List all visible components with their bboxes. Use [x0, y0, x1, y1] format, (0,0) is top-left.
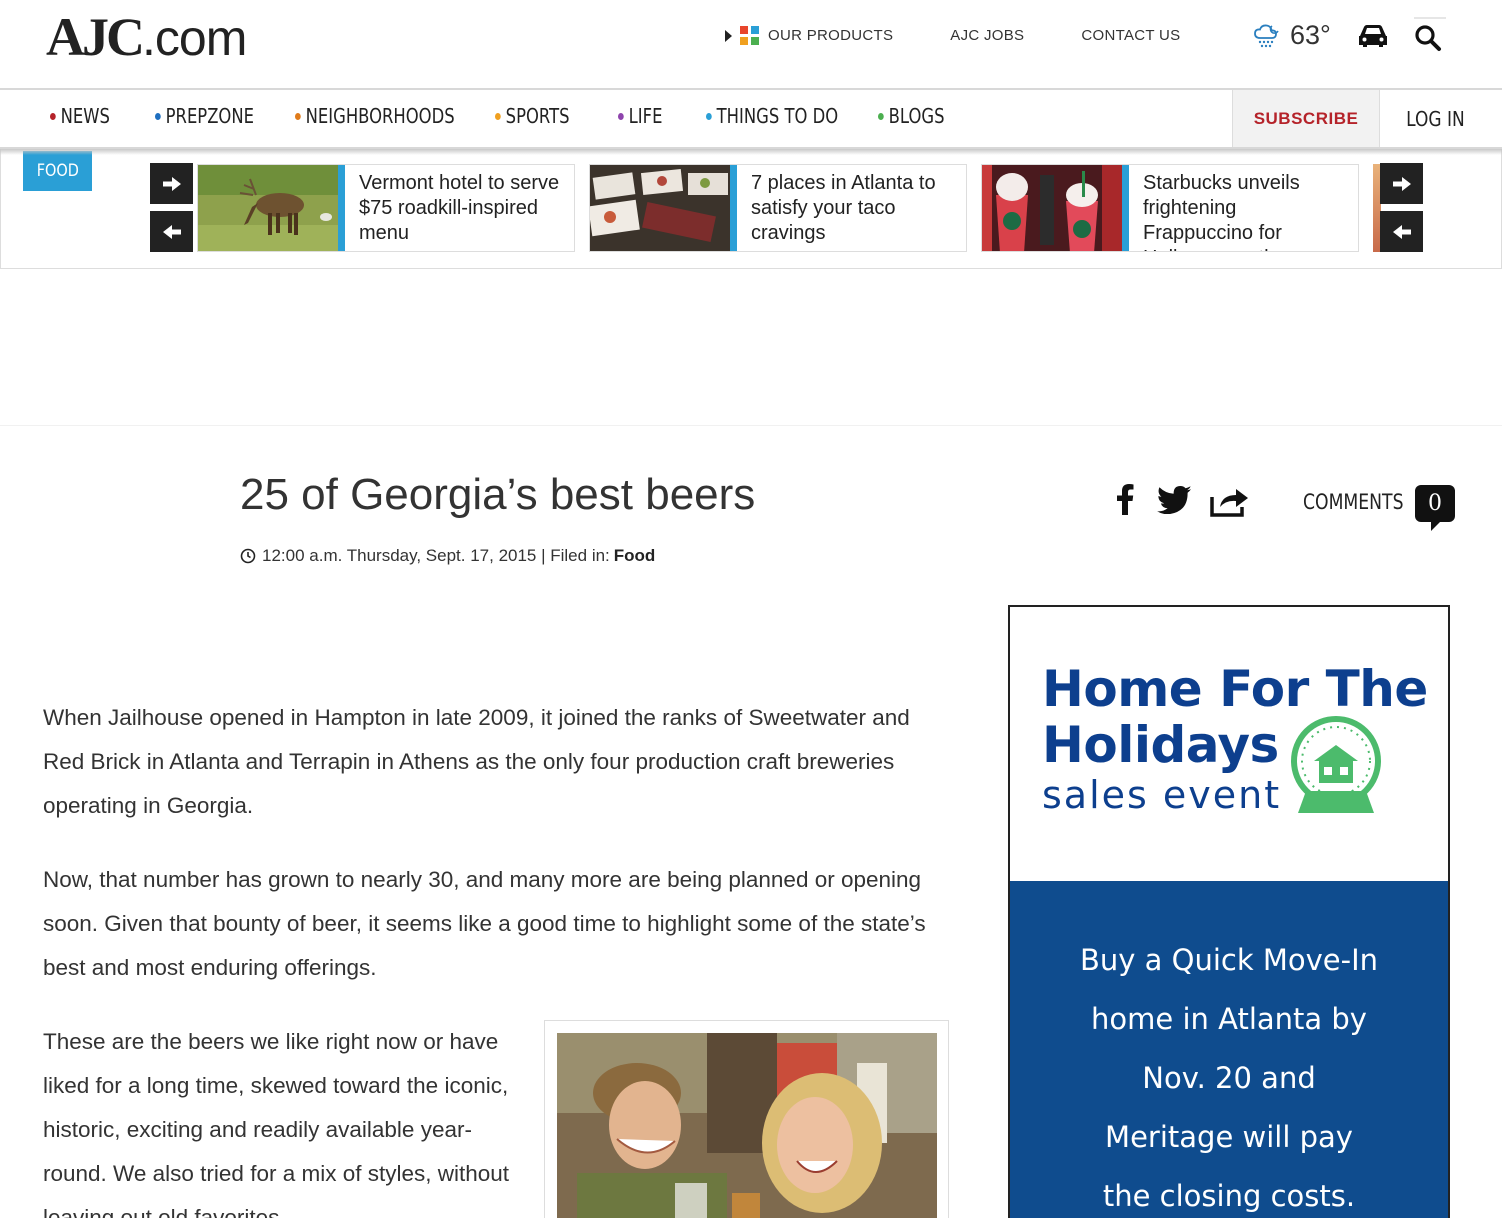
- comments-link[interactable]: COMMENTS: [1303, 490, 1404, 514]
- rain-cloud-icon: [1254, 24, 1279, 47]
- section-tag-label: FOOD: [36, 161, 79, 181]
- play-arrow-icon: [725, 29, 732, 42]
- arrow-right-icon: [162, 176, 181, 191]
- story-card[interactable]: Starbucks unveils frightening Frappuccin…: [981, 164, 1359, 252]
- ad-body-line: Buy a Quick Move-In: [1079, 943, 1379, 977]
- site-header: AJC.com OUR PRODUCTS AJC JOBS CONTACT US…: [0, 0, 1502, 88]
- search-icon[interactable]: [1414, 17, 1446, 53]
- facebook-icon: [1117, 484, 1134, 515]
- nav-dot-icon: [155, 112, 161, 120]
- temperature: 63°: [1290, 20, 1331, 50]
- nav-label: THINGS TO DO: [716, 104, 839, 128]
- nav-label: PREPZONE: [165, 104, 254, 128]
- nav-label: NEWS: [60, 104, 110, 128]
- article-paragraph: Now, that number has grown to nearly 30,…: [43, 867, 926, 980]
- story-card-title: Vermont hotel to serve $75 roadkill-insp…: [359, 172, 560, 244]
- logo-main: AJC: [46, 7, 145, 67]
- ad-headline-line1: Home For The: [1042, 660, 1428, 718]
- carousel-next-button-right[interactable]: [1380, 163, 1423, 204]
- frappuccino-thumbnail: [982, 165, 1122, 251]
- our-products-label: OUR PRODUCTS: [768, 27, 894, 44]
- elk-thumbnail: [198, 165, 338, 251]
- ad-body: Buy a Quick Move-In home in Atlanta by N…: [1010, 881, 1448, 1218]
- nav-item-things-to-do[interactable]: THINGS TO DO: [706, 104, 847, 128]
- carousel-prev-button-right[interactable]: [1380, 211, 1423, 252]
- story-card[interactable]: Vermont hotel to serve $75 roadkill-insp…: [197, 164, 575, 252]
- site-logo[interactable]: AJC.com: [46, 6, 247, 68]
- nav-label: NEIGHBORHOODS: [305, 104, 455, 128]
- ad-body-line: the closing costs.: [1102, 1179, 1356, 1213]
- nav-item-neighborhoods[interactable]: NEIGHBORHOODS: [295, 104, 459, 128]
- login-label: LOG IN: [1405, 106, 1465, 131]
- card-accent-bar: [730, 165, 737, 251]
- twitter-share[interactable]: [1157, 486, 1191, 514]
- ad-body-line: home in Atlanta by: [1091, 1002, 1367, 1036]
- facebook-share[interactable]: [1116, 483, 1134, 515]
- arrow-left-icon: [1392, 224, 1411, 239]
- weather-widget[interactable]: 63°: [1252, 20, 1331, 51]
- carousel-prev-button[interactable]: [150, 211, 193, 252]
- nav-dot-icon: [50, 112, 56, 120]
- arrow-left-icon: [162, 224, 181, 239]
- nav-label: BLOGS: [888, 104, 945, 128]
- share-button[interactable]: [1210, 485, 1250, 517]
- arrow-right-icon: [1392, 176, 1411, 191]
- advertisement[interactable]: Home For The Holidays sales event Buy a …: [1008, 605, 1450, 1218]
- article-meta: 12:00 a.m. Thursday, Sept. 17, 2015 | Fi…: [240, 546, 655, 566]
- nav-dot-icon: [618, 112, 624, 120]
- article-timestamp: 12:00 a.m. Thursday, Sept. 17, 2015 | Fi…: [262, 546, 610, 565]
- nav-dot-icon: [878, 112, 884, 120]
- car-icon[interactable]: [1357, 24, 1389, 53]
- article-paragraph: When Jailhouse opened in Hampton in late…: [43, 705, 910, 818]
- products-grid-icon: [740, 26, 759, 45]
- logo-suffix: .com: [142, 10, 247, 66]
- main-navigation: NEWS PREPZONE NEIGHBORHOODS SPORTS LIFE …: [0, 88, 1502, 149]
- ad-subheadline: sales event: [1042, 773, 1282, 817]
- card-accent-bar: [338, 165, 345, 251]
- section-tag[interactable]: FOOD: [23, 151, 92, 191]
- article-photo[interactable]: [544, 1020, 949, 1218]
- article-headline: 25 of Georgia’s best beers: [240, 470, 756, 519]
- nav-dot-icon: [495, 112, 501, 120]
- nav-item-prepzone[interactable]: PREPZONE: [155, 104, 270, 128]
- comment-count-badge[interactable]: 0: [1415, 485, 1455, 531]
- utility-links: OUR PRODUCTS AJC JOBS CONTACT US: [725, 26, 1238, 45]
- subscribe-button[interactable]: SUBSCRIBE: [1232, 90, 1380, 147]
- clock-icon: [240, 548, 256, 564]
- food-carousel: FOOD Vermont hotel to serve $75 roadkill…: [0, 149, 1502, 269]
- nav-item-news[interactable]: NEWS: [50, 104, 136, 128]
- ad-body-line: Meritage will pay: [1105, 1120, 1353, 1154]
- share-icon: [1210, 489, 1248, 517]
- nav-label: SPORTS: [505, 104, 570, 128]
- nav-items: NEWS PREPZONE NEIGHBORHOODS SPORTS LIFE …: [50, 104, 978, 128]
- nav-dot-icon: [706, 112, 712, 120]
- contact-us-link[interactable]: CONTACT US: [1081, 27, 1180, 44]
- nav-item-blogs[interactable]: BLOGS: [878, 104, 960, 128]
- story-card-title: Starbucks unveils frightening Frappuccin…: [1143, 172, 1300, 251]
- twitter-icon: [1157, 486, 1191, 514]
- card-accent-bar: [1122, 165, 1129, 251]
- article-paragraph: These are the beers we like right now or…: [43, 1029, 510, 1218]
- beer-drinkers-photo: [557, 1033, 937, 1218]
- login-button[interactable]: LOG IN: [1380, 90, 1490, 147]
- carousel-next-button[interactable]: [150, 163, 193, 204]
- nav-item-life[interactable]: LIFE: [618, 104, 690, 128]
- snow-globe-house-icon: [1291, 716, 1381, 813]
- divider: [0, 425, 1502, 426]
- story-card-title: 7 places in Atlanta to satisfy your taco…: [751, 172, 936, 244]
- tacos-thumbnail: [590, 165, 730, 251]
- ad-body-line: Nov. 20 and: [1142, 1061, 1316, 1095]
- nav-shadow: [0, 149, 1502, 155]
- article-category-link[interactable]: Food: [614, 546, 656, 566]
- nav-label: LIFE: [628, 104, 663, 128]
- ad-header: Home For The Holidays sales event: [1010, 607, 1448, 881]
- nav-dot-icon: [295, 112, 301, 120]
- our-products-link[interactable]: OUR PRODUCTS: [725, 26, 893, 45]
- nav-item-sports[interactable]: SPORTS: [495, 104, 596, 128]
- ajc-jobs-link[interactable]: AJC JOBS: [950, 27, 1024, 44]
- story-card[interactable]: 7 places in Atlanta to satisfy your taco…: [589, 164, 967, 252]
